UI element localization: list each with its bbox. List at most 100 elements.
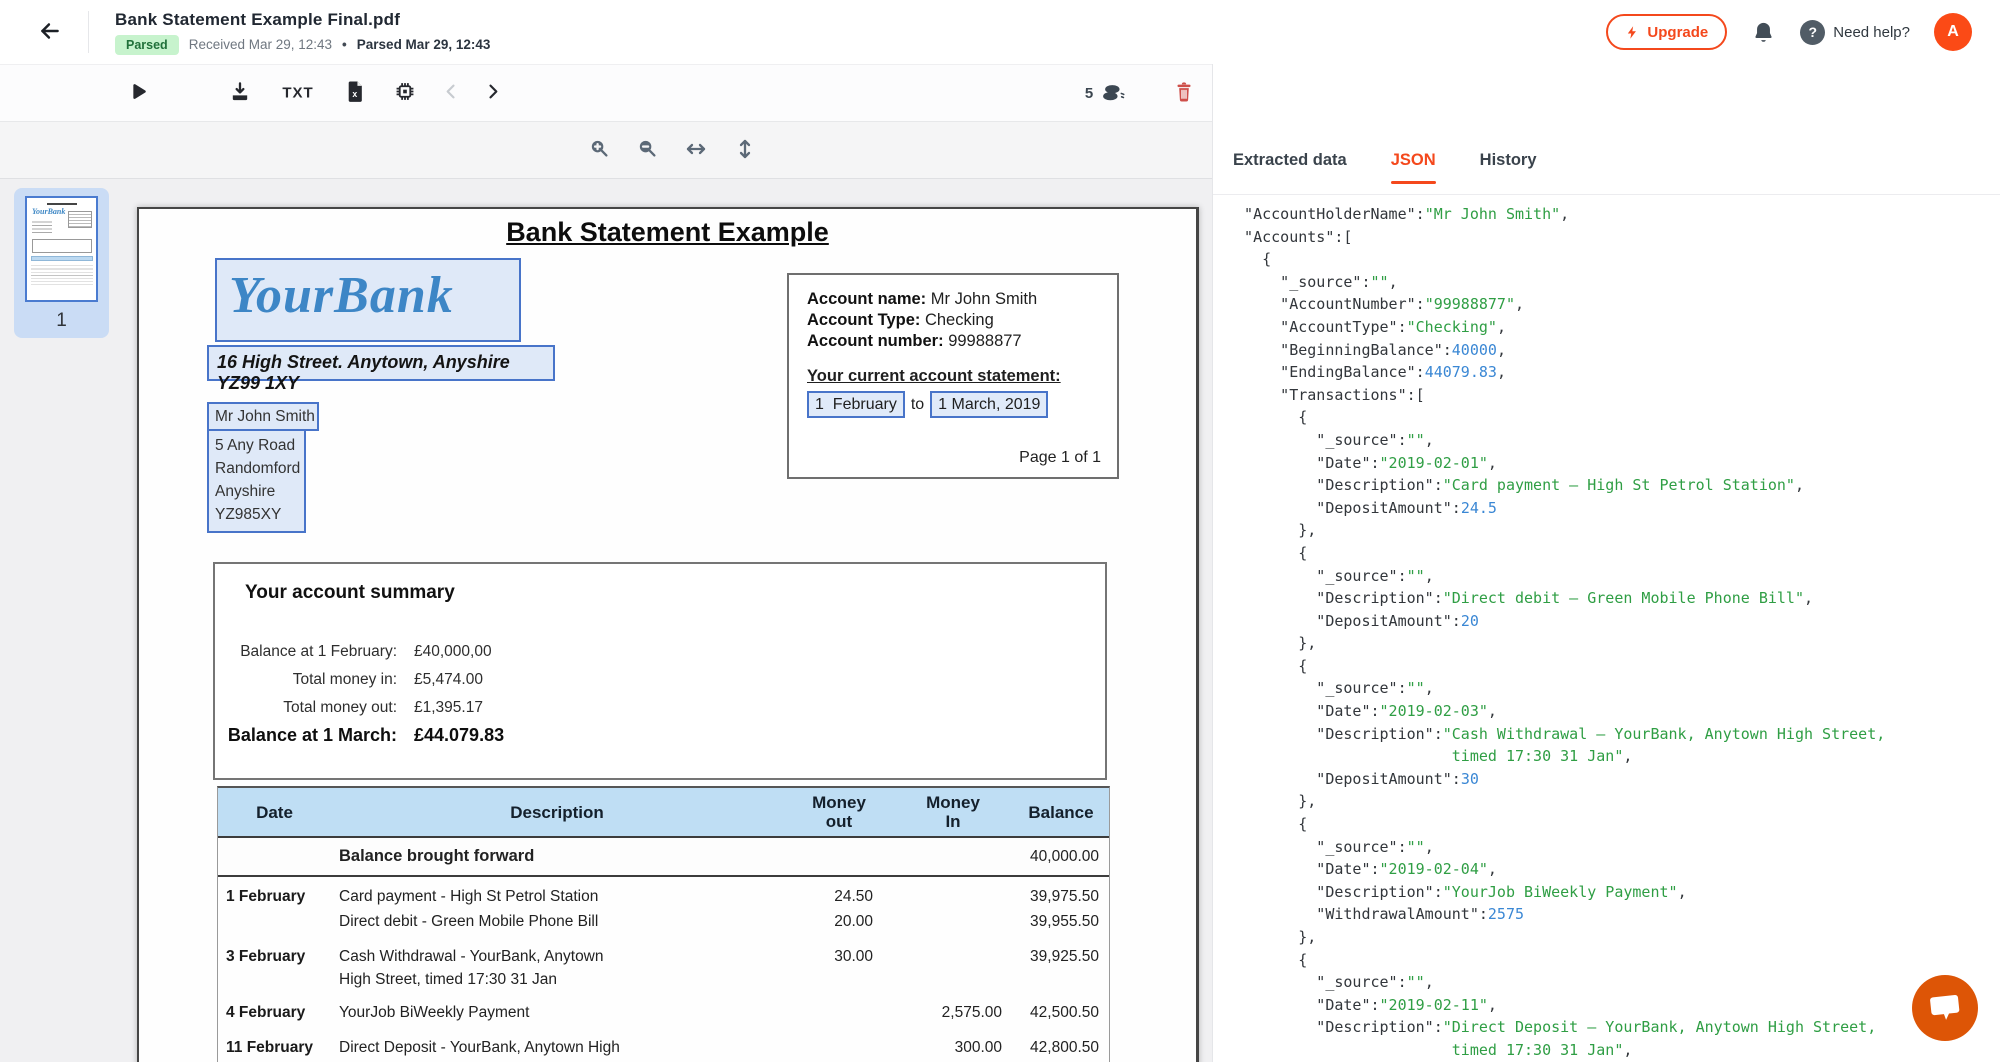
extracted-field-period-end[interactable]: 1 March, 2019 — [930, 391, 1048, 418]
panel-tabs: Extracted data JSON History — [1213, 64, 2000, 195]
column-header: Balance — [1011, 803, 1111, 822]
cell-money-out: 20.00 — [783, 910, 895, 933]
extracted-field-recipient-address[interactable]: 5 Any Road Randomford Anyshire YZ985XY — [207, 429, 306, 533]
summary-label: Total money in: — [215, 666, 397, 694]
cell-description: Direct Deposit - YourBank, Anytown High … — [331, 1036, 783, 1062]
extracted-field-bank-logo[interactable]: YourBank — [215, 258, 521, 342]
column-header: Money out — [783, 793, 895, 831]
chevron-right-icon — [483, 82, 503, 105]
summary-row: Balance at 1 March:£44.079.83 — [215, 722, 1105, 748]
cell-money-in — [895, 845, 1011, 868]
export-txt-button[interactable]: TXT — [282, 85, 313, 102]
cell-money-in: 2,575.00 — [895, 1001, 1011, 1024]
tab-history[interactable]: History — [1480, 151, 1537, 194]
delete-document-button[interactable] — [1174, 80, 1195, 106]
doc-page-indicator: Page 1 of 1 — [1019, 447, 1101, 468]
cell-balance: 42,800.50 — [1011, 1036, 1111, 1062]
address-line: 5 Any Road — [215, 434, 304, 457]
run-parse-button[interactable] — [126, 81, 148, 106]
summary-value: £1,395.17 — [414, 694, 483, 722]
account-type-label: Account Type: — [807, 311, 920, 329]
main-content: TXT x — [0, 64, 2000, 1062]
trash-icon — [1174, 80, 1195, 106]
cell-balance: 39,975.50 — [1011, 885, 1111, 908]
cell-balance: 39,955.50 — [1011, 910, 1111, 933]
svg-text:x: x — [352, 89, 357, 99]
upgrade-button[interactable]: Upgrade — [1606, 14, 1727, 50]
next-document-button[interactable] — [483, 82, 503, 105]
help-link[interactable]: ? Need help? — [1800, 20, 1910, 45]
status-badge: Parsed — [115, 35, 179, 55]
extracted-field-bank-address[interactable]: 16 High Street. Anytown, Anyshire YZ99 1… — [207, 345, 555, 381]
table-header-row: Date Description Money out Money In Bala… — [218, 788, 1109, 838]
header-actions: Upgrade ? Need help? A — [1606, 0, 1972, 64]
column-header: Description — [331, 803, 783, 822]
account-type-value: Checking — [925, 311, 994, 329]
thumb-deco — [31, 263, 93, 285]
cell-date: 4 February — [218, 1001, 331, 1024]
chat-bubble-icon — [1928, 992, 1962, 1024]
statement-period-label: Your current account statement: — [807, 366, 1117, 387]
header: Bank Statement Example Final.pdf Parsed … — [0, 0, 2000, 64]
account-name-label: Account name: — [807, 290, 926, 308]
viewer-canvas: YourBank 1 Bank Statement Example Yo — [0, 179, 1212, 1062]
cell-money-in — [895, 885, 1011, 908]
download-icon — [229, 80, 252, 106]
tab-json[interactable]: JSON — [1391, 151, 1436, 194]
summary-row: Total money out:£1,395.17 — [215, 694, 1105, 722]
thumb-deco — [68, 211, 92, 228]
cell-date: 3 February — [218, 945, 331, 991]
summary-row: Balance at 1 February:£40,000,00 — [215, 638, 1105, 666]
thumb-deco — [47, 203, 77, 205]
cell-date: 1 February — [218, 885, 331, 908]
parsed-timestamp: Parsed Mar 29, 12:43 — [357, 37, 491, 52]
json-code[interactable]: "AccountHolderName":"Mr John Smith", "Ac… — [1213, 195, 2000, 1062]
ai-parse-button[interactable] — [394, 80, 417, 106]
table-row: 11 February Direct Deposit - YourBank, A… — [218, 1024, 1109, 1062]
cell-money-in — [895, 945, 1011, 991]
column-header: Money In — [895, 793, 1011, 831]
cell-money-out — [783, 1001, 895, 1024]
app-root: Bank Statement Example Final.pdf Parsed … — [0, 0, 2000, 1062]
summary-value: £5,474.00 — [414, 666, 483, 694]
zoom-out-button[interactable] — [636, 137, 659, 163]
doc-title: Bank Statement Example — [139, 217, 1196, 248]
file-title: Bank Statement Example Final.pdf — [115, 10, 490, 30]
back-button[interactable] — [30, 12, 70, 52]
cell-description: Cash Withdrawal - YourBank, Anytown High… — [331, 945, 783, 991]
document-page: Bank Statement Example YourBank 16 High … — [137, 207, 1199, 1062]
account-name-line: Account name: Mr John Smith — [807, 289, 1117, 310]
chevron-left-icon — [441, 82, 461, 105]
thumb-deco — [31, 256, 93, 261]
document-toolbar: TXT x — [0, 64, 1212, 122]
fit-height-button[interactable] — [733, 137, 757, 164]
data-panel: Extracted data JSON History "AccountHold… — [1212, 64, 2000, 1062]
cell-money-out: 24.50 — [783, 885, 895, 908]
tab-extracted-data[interactable]: Extracted data — [1233, 151, 1347, 194]
address-line: YZ985XY — [215, 503, 304, 526]
zoom-in-button[interactable] — [588, 137, 611, 163]
account-type-line: Account Type: Checking — [807, 310, 1117, 331]
fit-width-button[interactable] — [684, 137, 708, 164]
file-meta: Parsed Received Mar 29, 12:43 • Parsed M… — [115, 35, 490, 55]
notifications-bell-icon[interactable] — [1751, 20, 1776, 45]
address-line: Anyshire — [215, 480, 304, 503]
download-button[interactable] — [229, 80, 252, 106]
cell-money-out — [783, 1036, 895, 1062]
previous-document-button[interactable] — [441, 82, 461, 105]
extracted-field-recipient-name[interactable]: Mr John Smith — [207, 402, 319, 431]
cell-description: Direct debit - Green Mobile Phone Bill — [331, 910, 783, 933]
thumbnail-rail: YourBank 1 — [0, 179, 135, 1062]
thumb-deco — [32, 239, 92, 253]
thumb-deco — [32, 219, 52, 235]
page-thumbnail[interactable]: YourBank 1 — [14, 188, 109, 338]
extracted-field-period-start[interactable]: 1 February — [807, 391, 905, 418]
meta-separator: • — [342, 37, 347, 52]
export-excel-button[interactable]: x — [345, 80, 366, 106]
excel-file-icon: x — [345, 80, 366, 106]
summary-label: Balance at 1 March: — [215, 722, 397, 748]
period-to-label: to — [911, 394, 924, 415]
table-row: 3 February Cash Withdrawal - YourBank, A… — [218, 933, 1109, 991]
chat-widget-button[interactable] — [1912, 975, 1978, 1041]
avatar[interactable]: A — [1934, 13, 1972, 51]
